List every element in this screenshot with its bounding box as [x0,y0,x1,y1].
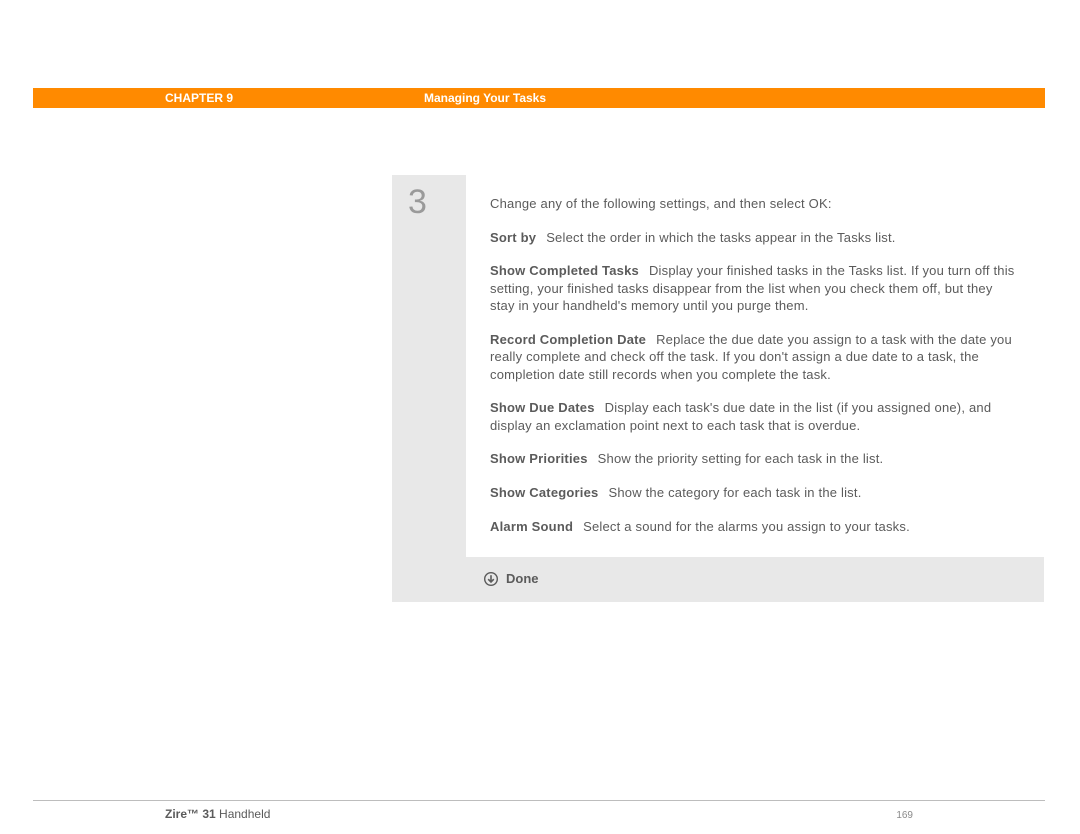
done-arrow-icon [484,572,498,586]
chapter-label: CHAPTER 9 [165,91,233,105]
setting-label: Sort by [490,230,536,245]
setting-sort-by: Sort by Select the order in which the tas… [490,229,1020,247]
setting-label: Show Completed Tasks [490,263,639,278]
page-number: 169 [896,810,913,821]
setting-label: Show Priorities [490,451,588,466]
done-row: Done [392,557,1044,602]
setting-desc: Show the category for each task in the l… [608,485,861,500]
product-name-rest: Handheld [216,807,271,821]
step-box: 3 Change any of the following settings, … [392,175,1044,602]
step-body: Change any of the following settings, an… [466,175,1044,557]
done-label: Done [506,571,539,586]
setting-show-completed: Show Completed TasksDisplay your finishe… [490,262,1020,315]
chapter-title: Managing Your Tasks [424,91,546,105]
setting-label: Show Due Dates [490,400,595,415]
setting-label: Show Categories [490,485,598,500]
product-name-bold: Zire™ 31 [165,807,216,821]
product-name: Zire™ 31 Handheld [165,807,270,821]
setting-desc: Show the priority setting for each task … [598,451,884,466]
setting-label: Alarm Sound [490,519,573,534]
setting-show-priorities: Show Priorities Show the priority setting… [490,450,1020,468]
setting-alarm-sound: Alarm Sound Select a sound for the alarms… [490,518,1020,536]
setting-show-categories: Show Categories Show the category for eac… [490,484,1020,502]
step-number-column: 3 [392,175,466,557]
setting-desc: Select the order in which the tasks appe… [546,230,895,245]
setting-desc: Select a sound for the alarms you assign… [583,519,910,534]
setting-label: Record Completion Date [490,332,646,347]
setting-record-completion: Record Completion DateReplace the due da… [490,331,1020,384]
setting-show-due-dates: Show Due DatesDisplay each task's due da… [490,399,1020,434]
page-footer: Zire™ 31 Handheld 169 [33,800,1045,821]
step-number: 3 [408,185,466,219]
step-intro: Change any of the following settings, an… [490,195,1020,213]
chapter-header: CHAPTER 9 Managing Your Tasks [33,88,1045,108]
